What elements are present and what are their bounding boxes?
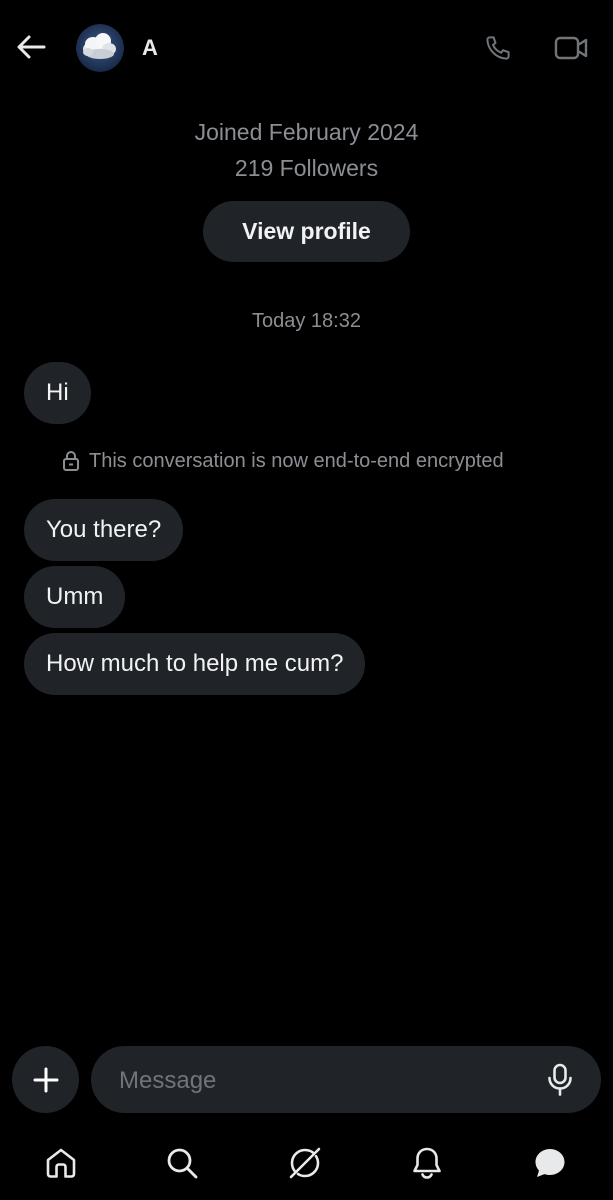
nav-search[interactable] [158,1139,206,1187]
messages-icon [535,1149,565,1177]
message-bubble[interactable]: Hi [24,362,91,424]
back-arrow-icon [17,35,46,59]
plus-icon [33,1067,58,1092]
joined-date: Joined February 2024 [194,119,419,145]
lock-icon [60,449,82,473]
nav-messages[interactable] [526,1139,574,1187]
contact-name[interactable]: A [142,35,158,61]
nav-notifications[interactable] [403,1139,451,1187]
video-camera-icon [554,36,588,60]
voice-message-button[interactable] [541,1061,579,1099]
video-call-button[interactable] [551,30,591,66]
message-timestamp: Today 18:32 [252,310,361,332]
followers-count: 219 Followers [234,155,379,181]
grok-icon [289,1147,321,1179]
message-composer [91,1046,601,1115]
message-bubble[interactable]: You there? [24,499,184,561]
message-input[interactable] [117,1046,521,1115]
nav-home[interactable] [37,1139,85,1187]
profile-summary: Joined February 2024 219 Followers [0,115,613,185]
avatar[interactable] [76,24,124,72]
phone-icon [486,36,510,60]
encryption-notice: This conversation is now end-to-end encr… [60,447,504,475]
message-bubble[interactable]: How much to help me cum? [24,633,366,695]
conversation-header: A [0,0,613,96]
microphone-icon [548,1063,572,1096]
search-icon [167,1148,198,1179]
home-icon [46,1148,76,1178]
bottom-navigation [0,1125,613,1200]
message-bubble[interactable]: Umm [24,566,126,628]
notifications-icon [413,1147,441,1179]
cloud-avatar-image [76,24,124,72]
add-attachment-button[interactable] [12,1046,79,1113]
call-button[interactable] [480,30,516,66]
encryption-notice-text: This conversation is now end-to-end encr… [89,449,504,472]
nav-grok[interactable] [281,1139,329,1187]
view-profile-button[interactable]: View profile [203,201,410,262]
back-button[interactable] [14,30,48,64]
